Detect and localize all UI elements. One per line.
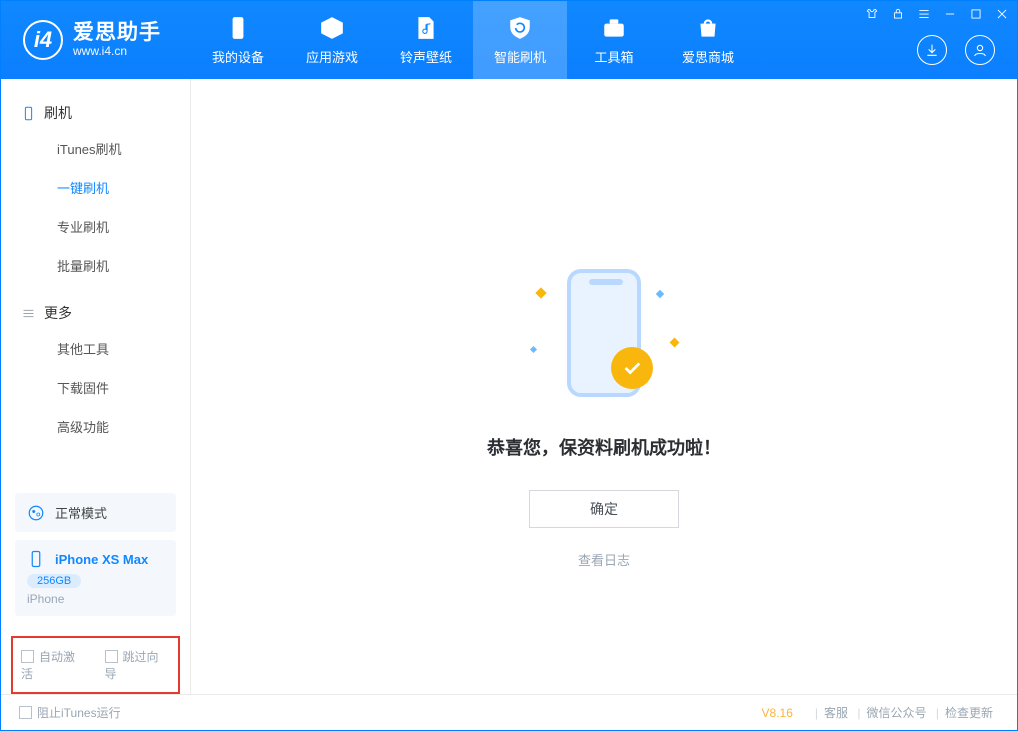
highlighted-options: 自动激活 跳过向导 [11,636,180,694]
ok-button[interactable]: 确定 [529,490,679,528]
shield-refresh-icon [507,15,533,41]
version-label: V8.16 [762,706,793,720]
tab-label: 铃声壁纸 [400,47,452,66]
tab-ring-wallpaper[interactable]: 铃声壁纸 [379,1,473,79]
maximize-icon[interactable] [969,7,983,21]
check-badge-icon [611,347,653,389]
sidebar: 刷机 iTunes刷机 一键刷机 专业刷机 批量刷机 更多 其他工具 下载固件 … [1,79,191,694]
minimize-icon[interactable] [943,7,957,21]
footer-links: |客服 |微信公众号 |检查更新 [815,704,999,721]
top-tabs: 我的设备 应用游戏 铃声壁纸 智能刷机 工具箱 爱思商城 [191,1,755,79]
header: i4 爱思助手 www.i4.cn 我的设备 应用游戏 铃声壁纸 智能刷机 工具… [1,1,1017,79]
sidebar-item-batch-flash[interactable]: 批量刷机 [1,246,190,285]
close-icon[interactable] [995,7,1009,21]
tab-label: 爱思商城 [682,47,734,66]
tshirt-icon[interactable] [865,7,879,21]
mode-card[interactable]: 正常模式 [15,493,176,532]
toolbox-icon [601,15,627,41]
tab-my-device[interactable]: 我的设备 [191,1,285,79]
brand-logo-icon: i4 [23,20,63,60]
device-name: iPhone XS Max [55,552,148,567]
sidebar-item-download-firmware[interactable]: 下载固件 [1,368,190,407]
tab-label: 应用游戏 [306,47,358,66]
tab-store[interactable]: 爱思商城 [661,1,755,79]
menu-icon[interactable] [917,7,931,21]
sidebar-item-other-tools[interactable]: 其他工具 [1,329,190,368]
hamburger-icon [21,306,36,321]
window-controls [865,7,1009,21]
sidebar-group-more: 更多 [1,297,190,329]
tab-toolbox[interactable]: 工具箱 [567,1,661,79]
sidebar-item-one-click-flash[interactable]: 一键刷机 [1,168,190,207]
music-file-icon [413,15,439,41]
main-panel: 恭喜您，保资料刷机成功啦！ 确定 查看日志 [191,79,1017,694]
mode-label: 正常模式 [55,503,107,522]
user-icon[interactable] [965,35,995,65]
brand-subtitle: www.i4.cn [73,45,161,59]
device-card[interactable]: iPhone XS Max 256GB iPhone [15,540,176,616]
brand-area: i4 爱思助手 www.i4.cn [1,1,191,79]
brand-title: 爱思助手 [73,21,161,45]
checkbox-block-itunes[interactable]: 阻止iTunes运行 [19,704,121,721]
sidebar-group-flash: 刷机 [1,97,190,129]
cube-icon [319,15,345,41]
success-message: 恭喜您，保资料刷机成功啦！ [487,434,721,460]
tab-smart-flash[interactable]: 智能刷机 [473,1,567,79]
bag-icon [695,15,721,41]
device-capacity: 256GB [27,574,81,588]
view-log-link[interactable]: 查看日志 [578,550,630,569]
phone-icon [225,15,251,41]
phone-small-icon [27,550,45,568]
mode-icon [27,504,45,522]
success-illustration [519,269,689,404]
header-action-icons [917,35,995,65]
tab-label: 我的设备 [212,47,264,66]
device-type: iPhone [27,592,164,606]
footer-link-update[interactable]: 检查更新 [939,706,999,720]
checkbox-skip-wizard[interactable]: 跳过向导 [105,648,171,682]
footer-link-support[interactable]: 客服 [818,706,854,720]
checkbox-auto-activate[interactable]: 自动激活 [21,648,87,682]
tab-apps-games[interactable]: 应用游戏 [285,1,379,79]
phone-outline-icon [21,106,36,121]
lock-icon[interactable] [891,7,905,21]
sidebar-item-advanced[interactable]: 高级功能 [1,407,190,446]
footer-link-wechat[interactable]: 微信公众号 [861,706,933,720]
sidebar-item-itunes-flash[interactable]: iTunes刷机 [1,129,190,168]
footer: 阻止iTunes运行 V8.16 |客服 |微信公众号 |检查更新 [1,694,1017,730]
sidebar-item-pro-flash[interactable]: 专业刷机 [1,207,190,246]
tab-label: 工具箱 [594,47,633,66]
download-icon[interactable] [917,35,947,65]
tab-label: 智能刷机 [494,47,546,66]
